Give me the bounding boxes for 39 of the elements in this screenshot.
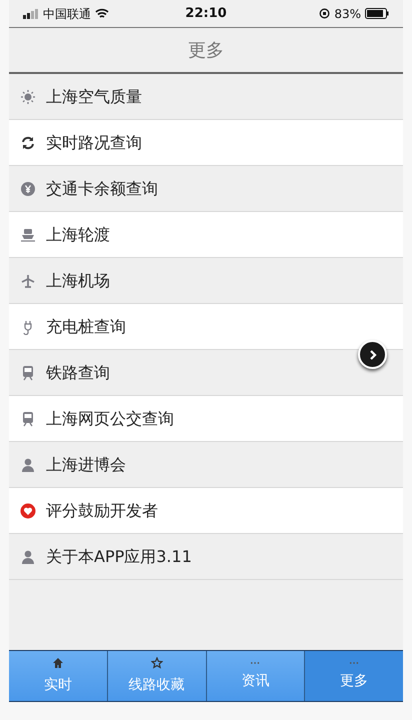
person-icon bbox=[20, 548, 36, 564]
menu-item-label: 关于本APP应用3.11 bbox=[46, 546, 192, 568]
menu-item[interactable]: 上海轮渡 bbox=[9, 212, 403, 258]
battery-percent: 83% bbox=[334, 6, 361, 22]
person-icon bbox=[20, 456, 36, 472]
menu-item[interactable]: 上海网页公交查询 bbox=[9, 396, 403, 442]
menu-item[interactable]: 实时路况查询 bbox=[9, 120, 403, 166]
dots-icon bbox=[349, 660, 360, 664]
page-title: 更多 bbox=[188, 38, 224, 62]
battery-icon bbox=[365, 8, 389, 19]
star-icon bbox=[150, 656, 163, 668]
dots-icon bbox=[250, 660, 260, 664]
menu-item-label: 实时路况查询 bbox=[46, 132, 142, 154]
sun-icon bbox=[20, 88, 36, 104]
train-icon bbox=[20, 364, 36, 380]
menu-item[interactable]: 评分鼓励开发者 bbox=[9, 488, 403, 534]
menu-item-label: 评分鼓励开发者 bbox=[46, 500, 158, 522]
menu-item-label: 充电桩查询 bbox=[46, 316, 126, 338]
train-icon bbox=[20, 410, 36, 426]
tab-bar-item[interactable]: 更多 bbox=[305, 651, 403, 701]
rotation-lock-icon bbox=[319, 8, 330, 19]
clock-time: 22:10 bbox=[184, 4, 228, 23]
menu-item-label: 上海网页公交查询 bbox=[46, 408, 174, 430]
wifi-icon bbox=[95, 8, 109, 19]
menu-item-label: 上海空气质量 bbox=[46, 86, 142, 108]
menu-item-label: 上海轮渡 bbox=[46, 224, 110, 246]
menu-item-label: 铁路查询 bbox=[46, 362, 110, 384]
home-icon bbox=[52, 656, 64, 668]
carrier-name: 中国联通 bbox=[43, 6, 91, 22]
ship-icon bbox=[20, 226, 36, 242]
menu-item-label: 上海进博会 bbox=[46, 454, 126, 476]
chevron-right-icon bbox=[368, 348, 378, 360]
yen-coin-icon bbox=[20, 180, 36, 196]
menu-item-label: 交通卡余额查询 bbox=[46, 178, 158, 200]
refresh-icon bbox=[20, 134, 36, 150]
signal-icon bbox=[23, 8, 39, 18]
menu-item[interactable]: 充电桩查询 bbox=[9, 304, 403, 350]
menu-item-label: 上海机场 bbox=[46, 270, 110, 292]
airplane-icon bbox=[20, 272, 36, 288]
